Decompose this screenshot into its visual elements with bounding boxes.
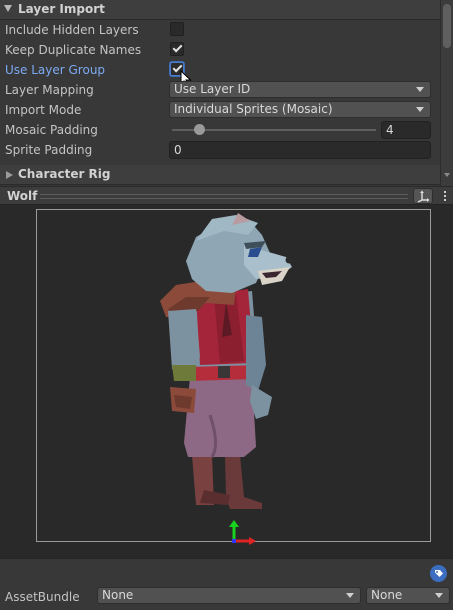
include-hidden-layers-row: Include Hidden Layers [0, 20, 440, 40]
preview-title: Wolf [7, 189, 38, 203]
asset-bundle-variant-dropdown[interactable]: None [366, 587, 450, 604]
asset-bundle-variant-value: None [371, 588, 403, 602]
sprite-padding-value: 0 [174, 143, 182, 157]
wolf-character-image [160, 213, 293, 545]
kebab-menu-icon[interactable] [440, 188, 450, 204]
slider-thumb[interactable] [194, 124, 205, 135]
chevron-down-icon [346, 593, 354, 598]
include-hidden-layers-label: Include Hidden Layers [5, 23, 139, 37]
character-rig-title: Character Rig [18, 167, 111, 181]
foldout-collapsed-icon [6, 171, 13, 179]
layer-mapping-label: Layer Mapping [5, 83, 94, 97]
keep-duplicate-names-checkbox[interactable] [170, 42, 184, 56]
tag-icon[interactable] [430, 565, 447, 582]
sprite-preview[interactable] [0, 205, 453, 558]
mosaic-padding-row: Mosaic Padding 4 [0, 120, 440, 140]
asset-bundle-name-dropdown[interactable]: None [97, 587, 361, 604]
inspector-scrollbar[interactable] [440, 0, 453, 186]
sprite-padding-row: Sprite Padding 0 [0, 140, 440, 160]
checkmark-icon [172, 42, 183, 53]
use-layer-group-label: Use Layer Group [5, 63, 106, 77]
character-rig-foldout[interactable]: Character Rig [0, 165, 440, 185]
chevron-down-icon [435, 593, 443, 598]
layer-import-foldout[interactable]: Layer Import [0, 0, 440, 20]
mosaic-padding-value: 4 [386, 123, 394, 137]
layer-mapping-dropdown[interactable]: Use Layer ID [169, 81, 431, 98]
import-mode-value: Individual Sprites (Mosaic) [174, 102, 333, 116]
asset-bundle-label: AssetBundle [5, 590, 80, 604]
asset-bundle-footer: AssetBundle None None [0, 558, 453, 610]
preview-resize-handle[interactable] [40, 194, 408, 199]
use-layer-group-row: Use Layer Group [0, 60, 440, 88]
preview-header: Wolf [0, 186, 453, 205]
tag-glyph [435, 570, 443, 577]
sprite-padding-label: Sprite Padding [5, 143, 93, 157]
layer-mapping-value: Use Layer ID [174, 82, 251, 96]
sprite-padding-field[interactable]: 0 [169, 141, 431, 159]
scrollbar-thumb[interactable] [443, 4, 451, 48]
import-mode-dropdown[interactable]: Individual Sprites (Mosaic) [169, 101, 431, 118]
import-mode-label: Import Mode [5, 103, 82, 117]
chevron-down-icon [416, 87, 424, 92]
mosaic-padding-field[interactable]: 4 [381, 121, 431, 139]
mosaic-padding-label: Mosaic Padding [5, 123, 98, 137]
asset-bundle-name-value: None [102, 588, 134, 602]
inspector-panel: Layer Import Include Hidden Layers Keep … [0, 0, 453, 186]
layer-import-title: Layer Import [18, 2, 105, 16]
keep-duplicate-names-label: Keep Duplicate Names [5, 43, 142, 57]
include-hidden-layers-checkbox[interactable] [170, 22, 184, 36]
pivot-button[interactable] [413, 188, 433, 204]
layer-mapping-row: Layer Mapping Use Layer ID [0, 80, 440, 100]
scroll-down-arrow-icon[interactable] [444, 173, 450, 177]
chevron-down-icon [416, 107, 424, 112]
import-mode-row: Import Mode Individual Sprites (Mosaic) [0, 100, 440, 120]
foldout-expanded-icon [4, 5, 12, 12]
keep-duplicate-names-row: Keep Duplicate Names [0, 40, 440, 60]
pivot-icon [417, 190, 430, 203]
